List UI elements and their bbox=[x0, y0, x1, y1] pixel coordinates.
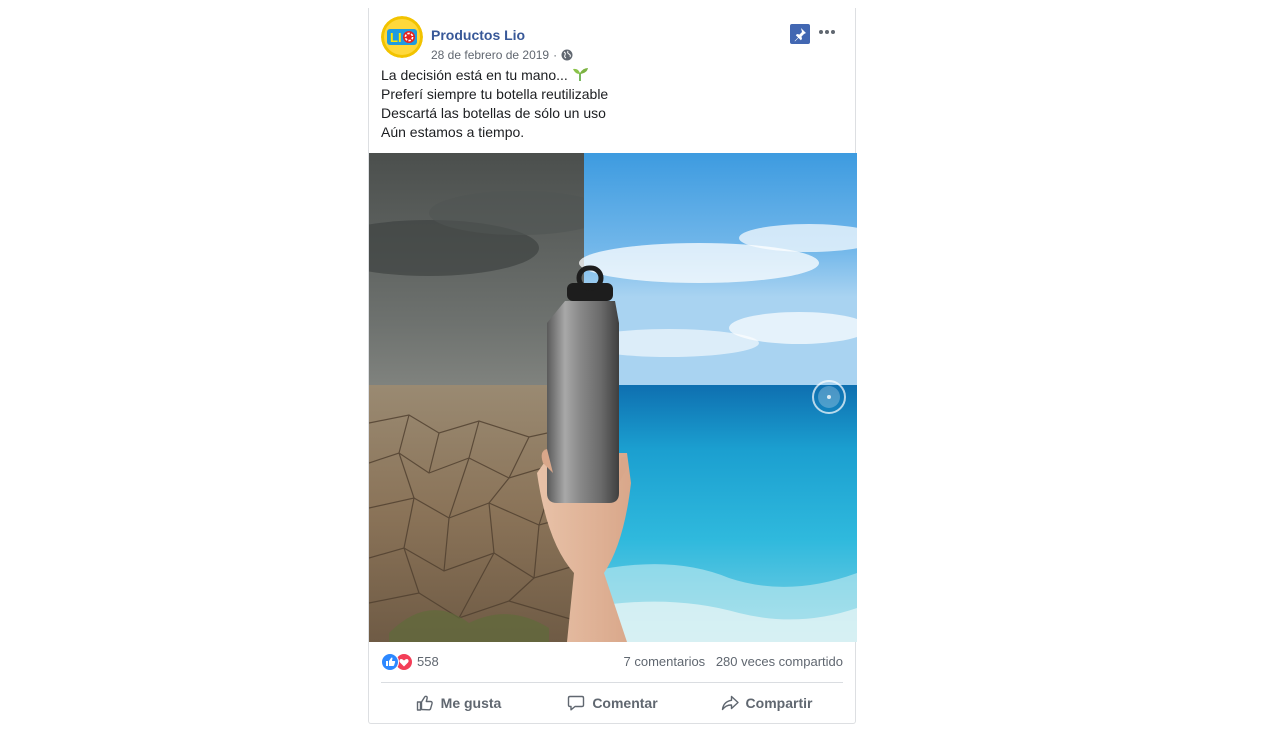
share-button[interactable]: Compartir bbox=[689, 686, 843, 720]
more-dot bbox=[825, 30, 829, 34]
svg-text:LI: LI bbox=[390, 30, 402, 45]
post-text-line: Aún estamos a tiempo. bbox=[381, 124, 525, 140]
like-button[interactable]: Me gusta bbox=[381, 686, 535, 720]
meta-separator: · bbox=[553, 48, 558, 62]
engagement-counts: 7 comentarios 280 veces compartido bbox=[624, 654, 843, 669]
actions-divider bbox=[381, 682, 843, 683]
more-dot bbox=[819, 30, 823, 34]
comment-button-label: Comentar bbox=[592, 695, 658, 711]
post-stats: 558 7 comentarios 280 veces compartido bbox=[381, 651, 843, 671]
reactions-summary[interactable]: 558 bbox=[381, 653, 439, 671]
facebook-post-card: LI Productos Lio 28 de febrero de 2019 · bbox=[368, 8, 857, 724]
share-button-label: Compartir bbox=[745, 695, 813, 711]
post-text-line: Descartá las botellas de sólo un uso bbox=[381, 105, 606, 121]
post-text-line: Preferí siempre tu botella reutilizable bbox=[381, 86, 609, 102]
more-options-icon[interactable] bbox=[815, 22, 839, 42]
page-name-link[interactable]: Productos Lio bbox=[431, 27, 525, 43]
more-dot bbox=[831, 30, 835, 34]
comments-count-link[interactable]: 7 comentarios bbox=[624, 654, 706, 669]
sprout-emoji-icon bbox=[571, 66, 589, 82]
like-reaction-icon bbox=[381, 653, 399, 671]
thumbs-up-icon bbox=[416, 695, 433, 711]
globe-icon[interactable] bbox=[561, 49, 573, 61]
comment-bubble-icon bbox=[568, 695, 585, 711]
reaction-count: 558 bbox=[417, 654, 439, 669]
pinned-post-icon[interactable] bbox=[790, 24, 810, 44]
post-photo[interactable] bbox=[369, 153, 857, 642]
post-header: LI Productos Lio 28 de febrero de 2019 · bbox=[381, 16, 843, 62]
share-arrow-icon bbox=[721, 695, 739, 711]
like-button-label: Me gusta bbox=[440, 695, 502, 711]
post-actions: Me gusta Comentar Compartir bbox=[381, 686, 843, 720]
post-text-line: La decisión está en tu mano... bbox=[381, 66, 843, 85]
shares-count-link[interactable]: 280 veces compartido bbox=[716, 654, 843, 669]
post-date[interactable]: 28 de febrero de 2019 bbox=[431, 48, 549, 62]
comment-button[interactable]: Comentar bbox=[535, 686, 689, 720]
post-meta: 28 de febrero de 2019 · bbox=[431, 48, 573, 62]
page-avatar[interactable]: LI bbox=[381, 16, 423, 58]
post-text: La decisión está en tu mano... Preferí s… bbox=[381, 66, 843, 142]
